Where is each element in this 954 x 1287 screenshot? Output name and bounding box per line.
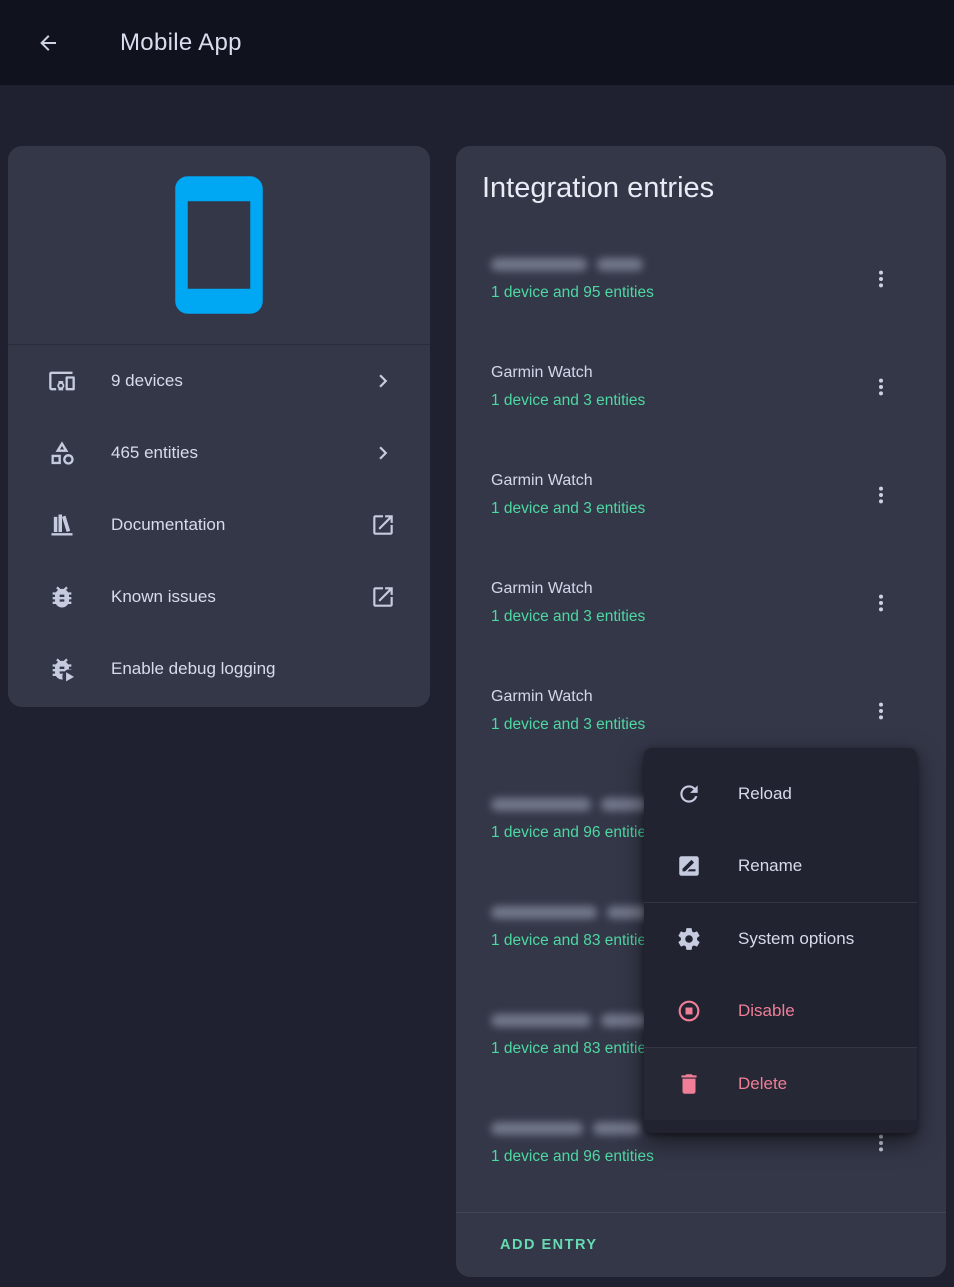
menu-item-reload[interactable]: Reload [644,758,917,830]
entry-name: Garmin Watch [491,577,856,601]
menu-item-disable[interactable]: Disable [644,975,917,1047]
integration-link-known-issues[interactable]: Known issues [8,561,430,633]
integration-link-documentation[interactable]: Documentation [8,489,430,561]
integration-info-card: 9 devices 465 entities Documentation Kno… [8,146,430,707]
entry-summary-link[interactable]: 1 device and 3 entities [491,605,645,629]
delete-icon [676,1071,702,1097]
cog-icon [676,926,702,952]
integration-link-465-entities[interactable]: 465 entities [8,417,430,489]
menu-item-delete[interactable]: Delete [644,1048,917,1120]
entry-summary-link[interactable]: 1 device and 3 entities [491,713,645,737]
shape-outline-icon [48,439,76,467]
entry-summary-link[interactable]: 1 device and 83 entities [491,929,654,953]
entry-summary-link[interactable]: 1 device and 96 entities [491,1145,654,1169]
entry-name: Garmin Watch [491,469,856,493]
entry-name: Garmin Watch [491,685,856,709]
redaction-blur-bar [491,798,591,811]
link-label: Enable debug logging [111,659,275,679]
redaction-blur-bar [491,906,597,919]
link-label: 9 devices [111,371,183,391]
entry-context-menu: Reload Rename System options Disable Del… [644,748,917,1133]
menu-item-system-options[interactable]: System options [644,903,917,975]
rename-box-icon [676,853,702,879]
entry-menu-dots-icon[interactable] [869,1131,893,1155]
redaction-blur-bar [491,1122,583,1135]
cellphone-icon [144,170,294,320]
entry-summary-link[interactable]: 1 device and 3 entities [491,497,645,521]
entry-summary-link[interactable]: 1 device and 96 entities [491,821,654,845]
context-menu-item-label: Rename [738,856,802,876]
integration-links: 9 devices 465 entities Documentation Kno… [8,345,430,705]
entry-row: 1 device and 95 entities [456,240,946,348]
integration-link-9-devices[interactable]: 9 devices [8,345,430,417]
entry-menu-dots-icon[interactable] [869,483,893,507]
entry-summary-link[interactable]: 1 device and 3 entities [491,389,645,413]
bug-play-icon [48,655,76,683]
entry-summary-link[interactable]: 1 device and 83 entities [491,1037,654,1061]
open-in-new-icon [370,584,396,610]
entry-name-redacted [491,253,856,277]
context-menu-items: Reload Rename System options Disable Del… [644,758,917,1120]
entry-menu-dots-icon[interactable] [869,375,893,399]
entry-row: Garmin Watch 1 device and 3 entities [456,564,946,672]
context-menu-item-label: Disable [738,1001,795,1021]
entry-row: Garmin Watch 1 device and 3 entities [456,456,946,564]
link-label: Documentation [111,515,225,535]
redaction-blur-bar [491,1014,591,1027]
link-label: 465 entities [111,443,198,463]
bookshelf-icon [48,511,76,539]
bug-icon [48,583,76,611]
page-title: Mobile App [120,29,242,57]
back-arrow-icon[interactable] [36,31,60,55]
chevron-right-icon [370,440,396,466]
entry-row: Garmin Watch 1 device and 3 entities [456,348,946,456]
redaction-blur-bar [597,258,643,271]
chevron-right-icon [370,368,396,394]
add-entry-bar: ADD ENTRY [456,1212,946,1277]
integration-link-enable-debug-logging[interactable]: Enable debug logging [8,633,430,705]
stop-circle-outline-icon [676,998,702,1024]
menu-item-rename[interactable]: Rename [644,830,917,902]
add-entry-button[interactable]: ADD ENTRY [492,1231,606,1259]
redaction-blur-bar [593,1122,641,1135]
context-menu-item-label: System options [738,929,854,949]
devices-icon [48,367,76,395]
context-menu-item-label: Reload [738,784,792,804]
link-label: Known issues [111,587,216,607]
entry-menu-dots-icon[interactable] [869,591,893,615]
redaction-blur-bar [491,258,587,271]
reload-icon [676,781,702,807]
app-header: Mobile App [0,0,954,85]
entry-name: Garmin Watch [491,361,856,385]
entries-card-title: Integration entries [482,168,946,208]
entry-menu-dots-icon[interactable] [869,267,893,291]
entry-summary-link[interactable]: 1 device and 95 entities [491,281,654,305]
entry-menu-dots-icon[interactable] [869,699,893,723]
context-menu-item-label: Delete [738,1074,787,1094]
integration-logo-area [8,146,430,345]
open-in-new-icon [370,512,396,538]
